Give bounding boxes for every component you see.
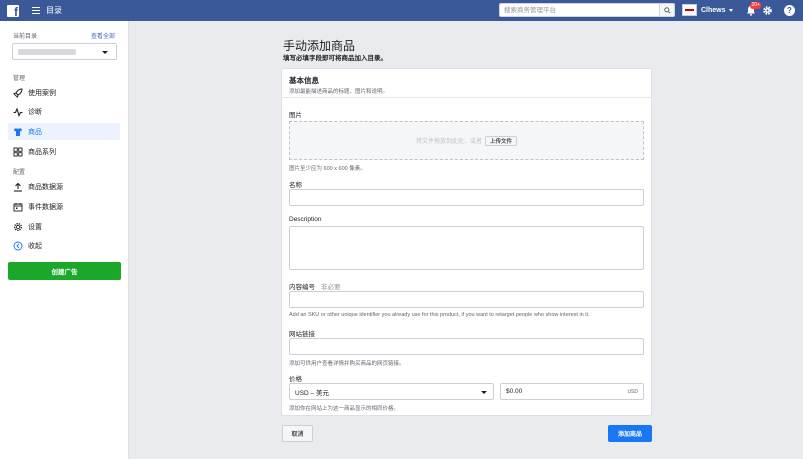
- name-input[interactable]: [289, 189, 644, 206]
- sidebar-item-label: 诊断: [28, 108, 42, 116]
- catalog-selector[interactable]: [12, 43, 117, 60]
- page-subtitle: 填写必填字段即可将商品加入目录。: [283, 55, 387, 62]
- help-icon[interactable]: ?: [784, 5, 795, 16]
- card-description: 添加最能描述商品的标题、图片和说明。: [289, 89, 389, 95]
- website-help: 添加可供用户查看详情并购买商品的网页链接。: [289, 361, 405, 367]
- chevron-down-icon: [102, 51, 108, 54]
- account-name: Clhews: [701, 6, 726, 14]
- grid-icon: [13, 147, 23, 156]
- sidebar: 当前目录 查看全部 管理 使用案例 诊断 商品 商品系列 配置 商品数据源 事件…: [0, 21, 129, 459]
- account-switcher[interactable]: Clhews: [682, 4, 733, 16]
- card-header: 基本信息 添加最能描述商品的标题、图片和说明。: [282, 69, 651, 98]
- gear-icon: [14, 222, 22, 231]
- search-box: [499, 3, 675, 17]
- dropzone-text: 将文件拖放到此处，或者: [415, 139, 482, 145]
- sidebar-item-use-cases[interactable]: 使用案例: [8, 84, 120, 101]
- catalog-name-redacted: [18, 49, 76, 55]
- sidebar-item-label: 使用案例: [28, 89, 56, 97]
- price-label: 价格: [289, 376, 302, 383]
- image-label: 图片: [289, 112, 302, 119]
- settings-button[interactable]: [762, 5, 773, 18]
- section-manage: 管理: [13, 76, 26, 82]
- price-input[interactable]: $0.00 USD: [500, 383, 644, 400]
- search-input[interactable]: [500, 4, 660, 16]
- sidebar-item-diagnostics[interactable]: 诊断: [8, 103, 120, 120]
- image-help: 图片至少应为 600 x 600 像素。: [289, 166, 366, 172]
- sidebar-item-label: 商品数据源: [28, 183, 63, 191]
- rocket-icon: [13, 87, 23, 98]
- search-button[interactable]: [659, 4, 674, 16]
- notifications-button[interactable]: 20+: [746, 2, 762, 18]
- menu-icon[interactable]: [32, 7, 40, 14]
- gear-icon: [763, 6, 772, 15]
- top-bar: 目录 Clhews 20+ ?: [0, 0, 803, 21]
- search-icon: [663, 6, 671, 14]
- collapse-icon: [13, 241, 23, 250]
- description-textarea[interactable]: [289, 226, 644, 270]
- sidebar-item-settings[interactable]: 设置: [8, 218, 120, 235]
- description-label: Description: [289, 216, 322, 223]
- sidebar-item-collapse[interactable]: 收起: [8, 237, 120, 254]
- upload-file-button[interactable]: 上传文件: [485, 135, 518, 146]
- price-unit: USD: [627, 389, 638, 395]
- sidebar-item-label: 设置: [28, 223, 42, 231]
- sidebar-item-data-sources[interactable]: 商品数据源: [8, 178, 120, 195]
- account-avatar: [682, 4, 697, 16]
- website-label: 网站链接: [289, 331, 315, 338]
- content-id-label: 内容编号 非必要: [289, 281, 341, 291]
- content-id-help: Add an SKU or other unique identifier yo…: [289, 312, 590, 318]
- chevron-down-icon: [481, 391, 487, 394]
- app-title: 目录: [46, 6, 62, 15]
- website-input[interactable]: [289, 338, 644, 355]
- content-id-label-text: 内容编号: [289, 284, 315, 291]
- facebook-logo-icon[interactable]: [7, 4, 19, 19]
- section-configure: 配置: [13, 170, 26, 176]
- price-value: $0.00: [506, 388, 523, 395]
- optional-tag: 非必要: [321, 284, 341, 291]
- card-title: 基本信息: [289, 76, 319, 85]
- currency-value: USD – 美元: [295, 389, 329, 397]
- basic-info-card: 基本信息 添加最能描述商品的标题、图片和说明。 图片 将文件拖放到此处，或者 上…: [281, 68, 652, 416]
- sidebar-item-label: 事件数据源: [28, 203, 63, 211]
- sidebar-item-label: 商品系列: [28, 148, 56, 156]
- price-help: 添加你在网站上为这一商品显示的相同价格。: [289, 406, 400, 412]
- name-label: 名称: [289, 182, 302, 189]
- shirt-icon: [14, 127, 22, 136]
- view-all-link[interactable]: 查看全部: [91, 31, 115, 40]
- currency-select[interactable]: USD – 美元: [289, 383, 494, 400]
- sidebar-item-product-sets[interactable]: 商品系列: [8, 143, 120, 160]
- upload-icon: [14, 182, 22, 192]
- sidebar-item-label: 收起: [28, 242, 42, 250]
- sidebar-item-products[interactable]: 商品: [8, 123, 120, 140]
- pulse-icon: [13, 106, 23, 117]
- add-product-button[interactable]: 添加商品: [608, 425, 652, 442]
- cancel-button[interactable]: 取消: [282, 425, 313, 442]
- current-catalog-label: 当前目录: [13, 34, 38, 40]
- sidebar-item-event-sources[interactable]: 事件数据源: [8, 198, 120, 215]
- content-id-input[interactable]: [289, 291, 644, 308]
- calendar-icon: [13, 202, 23, 211]
- sidebar-item-label: 商品: [28, 128, 42, 136]
- create-ad-button[interactable]: 创建广告: [8, 262, 121, 280]
- chevron-down-icon: [728, 8, 733, 12]
- image-dropzone[interactable]: 将文件拖放到此处，或者 上传文件: [289, 121, 644, 160]
- notification-badge: 20+: [750, 2, 762, 9]
